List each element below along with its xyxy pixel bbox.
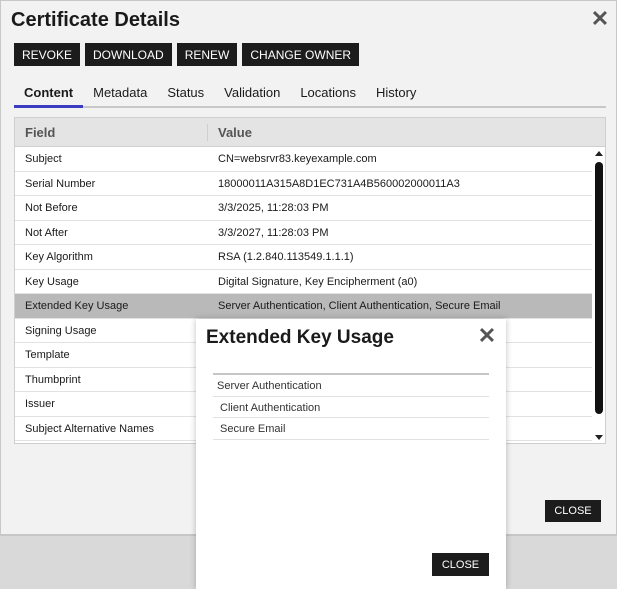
table-row[interactable]: Subject CN=websrvr83.keyexample.com [15, 147, 592, 172]
table-header: Field Value [15, 118, 605, 147]
close-icon[interactable]: ✕ [589, 8, 611, 30]
tab-content[interactable]: Content [14, 81, 84, 108]
field-cell: Not Before [25, 202, 78, 214]
tab-status[interactable]: Status [157, 81, 214, 108]
tab-history[interactable]: History [366, 81, 426, 108]
table-row[interactable]: Not Before 3/3/2025, 11:28:03 PM [15, 196, 592, 221]
extended-key-usage-modal: Extended Key Usage ✕ Server Authenticati… [196, 319, 506, 589]
tab-validation[interactable]: Validation [214, 81, 290, 108]
value-cell: 3/3/2025, 11:28:03 PM [218, 202, 329, 214]
field-cell: Signing Usage [25, 324, 97, 337]
tab-metadata[interactable]: Metadata [83, 81, 157, 108]
field-cell: Key Algorithm [25, 251, 93, 263]
table-row[interactable]: Key Usage Digital Signature, Key Encipher… [15, 270, 592, 294]
close-icon[interactable]: ✕ [476, 325, 498, 347]
toolbar: REVOKE DOWNLOAD RENEW CHANGE OWNER [14, 43, 360, 66]
scroll-down-icon[interactable] [595, 435, 603, 440]
column-header-field[interactable]: Field [15, 124, 208, 141]
download-button[interactable]: DOWNLOAD [85, 43, 172, 66]
value-cell: 3/3/2027, 11:28:03 PM [218, 226, 329, 239]
field-cell: Template [25, 349, 70, 361]
column-header-value[interactable]: Value [208, 118, 605, 146]
field-cell: Subject Alternative Names [25, 422, 155, 435]
value-cell: Server Authentication, Client Authentica… [218, 300, 501, 312]
value-cell: 18000011A315A8D1EC731A4B560002000011A3 [218, 177, 460, 190]
tab-locations[interactable]: Locations [290, 81, 366, 108]
revoke-button[interactable]: REVOKE [14, 43, 81, 66]
field-cell: Thumbprint [25, 373, 81, 386]
field-cell: Serial Number [25, 177, 96, 190]
table-row[interactable]: Serial Number 18000011A315A8D1EC731A4B560… [15, 172, 592, 196]
field-cell: Extended Key Usage [25, 300, 129, 312]
value-cell: Digital Signature, Key Encipherment (a0) [218, 275, 418, 288]
value-cell: RSA (1.2.840.113549.1.1.1) [218, 251, 354, 263]
list-item: Secure Email [213, 418, 489, 440]
renew-button[interactable]: RENEW [176, 43, 238, 66]
field-cell: Not After [25, 226, 68, 239]
table-row[interactable]: Key Algorithm RSA (1.2.840.113549.1.1.1) [15, 245, 592, 270]
change-owner-button[interactable]: CHANGE OWNER [242, 43, 360, 66]
table-row[interactable]: Not After 3/3/2027, 11:28:03 PM [15, 221, 592, 245]
list-item: Server Authentication [213, 375, 489, 397]
table-row-selected[interactable]: Extended Key Usage Server Authentication,… [15, 294, 592, 319]
list-item: Client Authentication [213, 397, 489, 418]
dialog-title: Certificate Details [11, 9, 180, 31]
vertical-scrollbar[interactable] [593, 148, 605, 443]
dialog-close-button[interactable]: CLOSE [545, 500, 601, 522]
scroll-up-icon[interactable] [595, 151, 603, 156]
field-cell: Key Usage [25, 275, 79, 288]
usage-list: Server Authentication Client Authenticat… [213, 373, 489, 440]
tab-bar: Content Metadata Status Validation Locat… [14, 81, 606, 108]
modal-close-button[interactable]: CLOSE [432, 553, 489, 576]
modal-title: Extended Key Usage [206, 327, 394, 348]
field-cell: Issuer [25, 398, 55, 410]
value-cell: CN=websrvr83.keyexample.com [218, 153, 377, 165]
field-cell: Subject [25, 153, 62, 165]
scroll-thumb[interactable] [595, 162, 603, 414]
